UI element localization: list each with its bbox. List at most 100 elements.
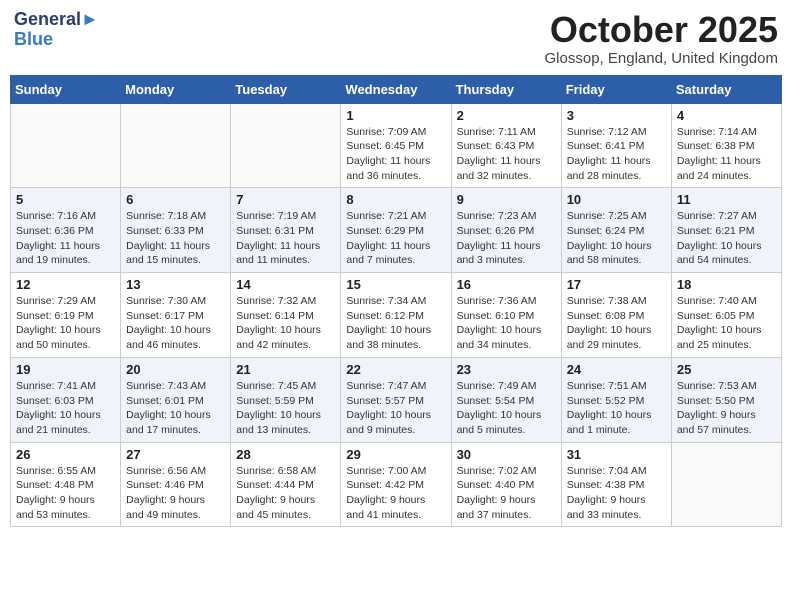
calendar-week-row: 19 Sunrise: 7:41 AM Sunset: 6:03 PM Dayli…	[11, 357, 782, 442]
day-info: Sunrise: 7:53 AM Sunset: 5:50 PM Dayligh…	[677, 379, 776, 438]
calendar-week-row: 1Sunrise: 7:09 AM Sunset: 6:45 PM Daylig…	[11, 103, 782, 188]
day-info: Sunrise: 7:32 AM Sunset: 6:14 PM Dayligh…	[236, 294, 335, 353]
table-row: 31 Sunrise: 7:04 AM Sunset: 4:38 PM Dayli…	[561, 442, 671, 527]
table-row: 13 Sunrise: 7:30 AM Sunset: 6:17 PM Dayli…	[121, 273, 231, 358]
day-info: Sunrise: 7:27 AM Sunset: 6:21 PM Dayligh…	[677, 209, 776, 268]
table-row: 11 Sunrise: 7:27 AM Sunset: 6:21 PM Dayli…	[671, 188, 781, 273]
month-title: October 2025	[545, 10, 778, 50]
day-info: Sunrise: 6:58 AM Sunset: 4:44 PM Dayligh…	[236, 464, 335, 523]
day-number: 29	[346, 447, 445, 462]
day-info: Sunrise: 7:19 AM Sunset: 6:31 PM Dayligh…	[236, 209, 335, 268]
table-row: 12 Sunrise: 7:29 AM Sunset: 6:19 PM Dayli…	[11, 273, 121, 358]
day-number: 6	[126, 192, 225, 207]
logo-text: General► Blue	[14, 10, 99, 50]
day-info: Sunrise: 7:40 AM Sunset: 6:05 PM Dayligh…	[677, 294, 776, 353]
table-row: 23 Sunrise: 7:49 AM Sunset: 5:54 PM Dayli…	[451, 357, 561, 442]
day-number: 11	[677, 192, 776, 207]
day-number: 21	[236, 362, 335, 377]
table-row: 15 Sunrise: 7:34 AM Sunset: 6:12 PM Dayli…	[341, 273, 451, 358]
day-info: Sunrise: 7:38 AM Sunset: 6:08 PM Dayligh…	[567, 294, 666, 353]
calendar-week-row: 26 Sunrise: 6:55 AM Sunset: 4:48 PM Dayli…	[11, 442, 782, 527]
col-saturday: Saturday	[671, 75, 781, 103]
col-monday: Monday	[121, 75, 231, 103]
day-number: 19	[16, 362, 115, 377]
day-number: 23	[457, 362, 556, 377]
day-number: 12	[16, 277, 115, 292]
day-info: Sunrise: 7:14 AM Sunset: 6:38 PM Dayligh…	[677, 125, 776, 184]
day-info: Sunrise: 7:23 AM Sunset: 6:26 PM Dayligh…	[457, 209, 556, 268]
day-number: 27	[126, 447, 225, 462]
day-number: 5	[16, 192, 115, 207]
col-friday: Friday	[561, 75, 671, 103]
table-row	[671, 442, 781, 527]
table-row: 24 Sunrise: 7:51 AM Sunset: 5:52 PM Dayli…	[561, 357, 671, 442]
day-info: Sunrise: 7:18 AM Sunset: 6:33 PM Dayligh…	[126, 209, 225, 268]
day-number: 31	[567, 447, 666, 462]
table-row: 7 Sunrise: 7:19 AM Sunset: 6:31 PM Daylig…	[231, 188, 341, 273]
day-info: Sunrise: 7:41 AM Sunset: 6:03 PM Dayligh…	[16, 379, 115, 438]
day-info: Sunrise: 7:51 AM Sunset: 5:52 PM Dayligh…	[567, 379, 666, 438]
table-row: 27 Sunrise: 6:56 AM Sunset: 4:46 PM Dayli…	[121, 442, 231, 527]
col-sunday: Sunday	[11, 75, 121, 103]
col-wednesday: Wednesday	[341, 75, 451, 103]
day-info: Sunrise: 7:34 AM Sunset: 6:12 PM Dayligh…	[346, 294, 445, 353]
calendar-week-row: 12 Sunrise: 7:29 AM Sunset: 6:19 PM Dayli…	[11, 273, 782, 358]
day-info: Sunrise: 7:12 AM Sunset: 6:41 PM Dayligh…	[567, 125, 666, 184]
day-info: Sunrise: 7:30 AM Sunset: 6:17 PM Dayligh…	[126, 294, 225, 353]
table-row: 21Sunrise: 7:45 AM Sunset: 5:59 PM Dayli…	[231, 357, 341, 442]
table-row: 2 Sunrise: 7:11 AM Sunset: 6:43 PM Daylig…	[451, 103, 561, 188]
table-row	[231, 103, 341, 188]
table-row: 30 Sunrise: 7:02 AM Sunset: 4:40 PM Dayli…	[451, 442, 561, 527]
table-row: 25Sunrise: 7:53 AM Sunset: 5:50 PM Dayli…	[671, 357, 781, 442]
day-number: 9	[457, 192, 556, 207]
table-row: 20Sunrise: 7:43 AM Sunset: 6:01 PM Dayli…	[121, 357, 231, 442]
day-number: 26	[16, 447, 115, 462]
day-info: Sunrise: 7:49 AM Sunset: 5:54 PM Dayligh…	[457, 379, 556, 438]
table-row: 28 Sunrise: 6:58 AM Sunset: 4:44 PM Dayli…	[231, 442, 341, 527]
day-number: 20	[126, 362, 225, 377]
title-block: October 2025 Glossop, England, United Ki…	[545, 10, 778, 67]
day-number: 28	[236, 447, 335, 462]
day-info: Sunrise: 7:02 AM Sunset: 4:40 PM Dayligh…	[457, 464, 556, 523]
day-number: 4	[677, 108, 776, 123]
day-number: 7	[236, 192, 335, 207]
col-tuesday: Tuesday	[231, 75, 341, 103]
table-row	[11, 103, 121, 188]
location: Glossop, England, United Kingdom	[545, 50, 778, 67]
day-info: Sunrise: 7:21 AM Sunset: 6:29 PM Dayligh…	[346, 209, 445, 268]
day-info: Sunrise: 7:47 AM Sunset: 5:57 PM Dayligh…	[346, 379, 445, 438]
table-row: 3Sunrise: 7:12 AM Sunset: 6:41 PM Daylig…	[561, 103, 671, 188]
table-row: 22Sunrise: 7:47 AM Sunset: 5:57 PM Dayli…	[341, 357, 451, 442]
table-row: 18 Sunrise: 7:40 AM Sunset: 6:05 PM Dayli…	[671, 273, 781, 358]
day-info: Sunrise: 7:16 AM Sunset: 6:36 PM Dayligh…	[16, 209, 115, 268]
table-row: 9 Sunrise: 7:23 AM Sunset: 6:26 PM Daylig…	[451, 188, 561, 273]
day-number: 1	[346, 108, 445, 123]
table-row: 6 Sunrise: 7:18 AM Sunset: 6:33 PM Daylig…	[121, 188, 231, 273]
day-info: Sunrise: 7:04 AM Sunset: 4:38 PM Dayligh…	[567, 464, 666, 523]
table-row: 5 Sunrise: 7:16 AM Sunset: 6:36 PM Daylig…	[11, 188, 121, 273]
calendar-table: Sunday Monday Tuesday Wednesday Thursday…	[10, 75, 782, 528]
day-info: Sunrise: 6:56 AM Sunset: 4:46 PM Dayligh…	[126, 464, 225, 523]
col-thursday: Thursday	[451, 75, 561, 103]
day-number: 15	[346, 277, 445, 292]
day-number: 16	[457, 277, 556, 292]
day-info: Sunrise: 6:55 AM Sunset: 4:48 PM Dayligh…	[16, 464, 115, 523]
day-info: Sunrise: 7:29 AM Sunset: 6:19 PM Dayligh…	[16, 294, 115, 353]
table-row: 19 Sunrise: 7:41 AM Sunset: 6:03 PM Dayli…	[11, 357, 121, 442]
table-row: 14 Sunrise: 7:32 AM Sunset: 6:14 PM Dayli…	[231, 273, 341, 358]
day-number: 30	[457, 447, 556, 462]
table-row: 10Sunrise: 7:25 AM Sunset: 6:24 PM Dayli…	[561, 188, 671, 273]
table-row	[121, 103, 231, 188]
table-row: 26 Sunrise: 6:55 AM Sunset: 4:48 PM Dayli…	[11, 442, 121, 527]
day-number: 14	[236, 277, 335, 292]
table-row: 8Sunrise: 7:21 AM Sunset: 6:29 PM Daylig…	[341, 188, 451, 273]
day-info: Sunrise: 7:00 AM Sunset: 4:42 PM Dayligh…	[346, 464, 445, 523]
day-number: 13	[126, 277, 225, 292]
table-row: 1Sunrise: 7:09 AM Sunset: 6:45 PM Daylig…	[341, 103, 451, 188]
calendar-week-row: 5 Sunrise: 7:16 AM Sunset: 6:36 PM Daylig…	[11, 188, 782, 273]
day-info: Sunrise: 7:25 AM Sunset: 6:24 PM Dayligh…	[567, 209, 666, 268]
day-info: Sunrise: 7:11 AM Sunset: 6:43 PM Dayligh…	[457, 125, 556, 184]
day-number: 18	[677, 277, 776, 292]
day-number: 2	[457, 108, 556, 123]
day-number: 24	[567, 362, 666, 377]
